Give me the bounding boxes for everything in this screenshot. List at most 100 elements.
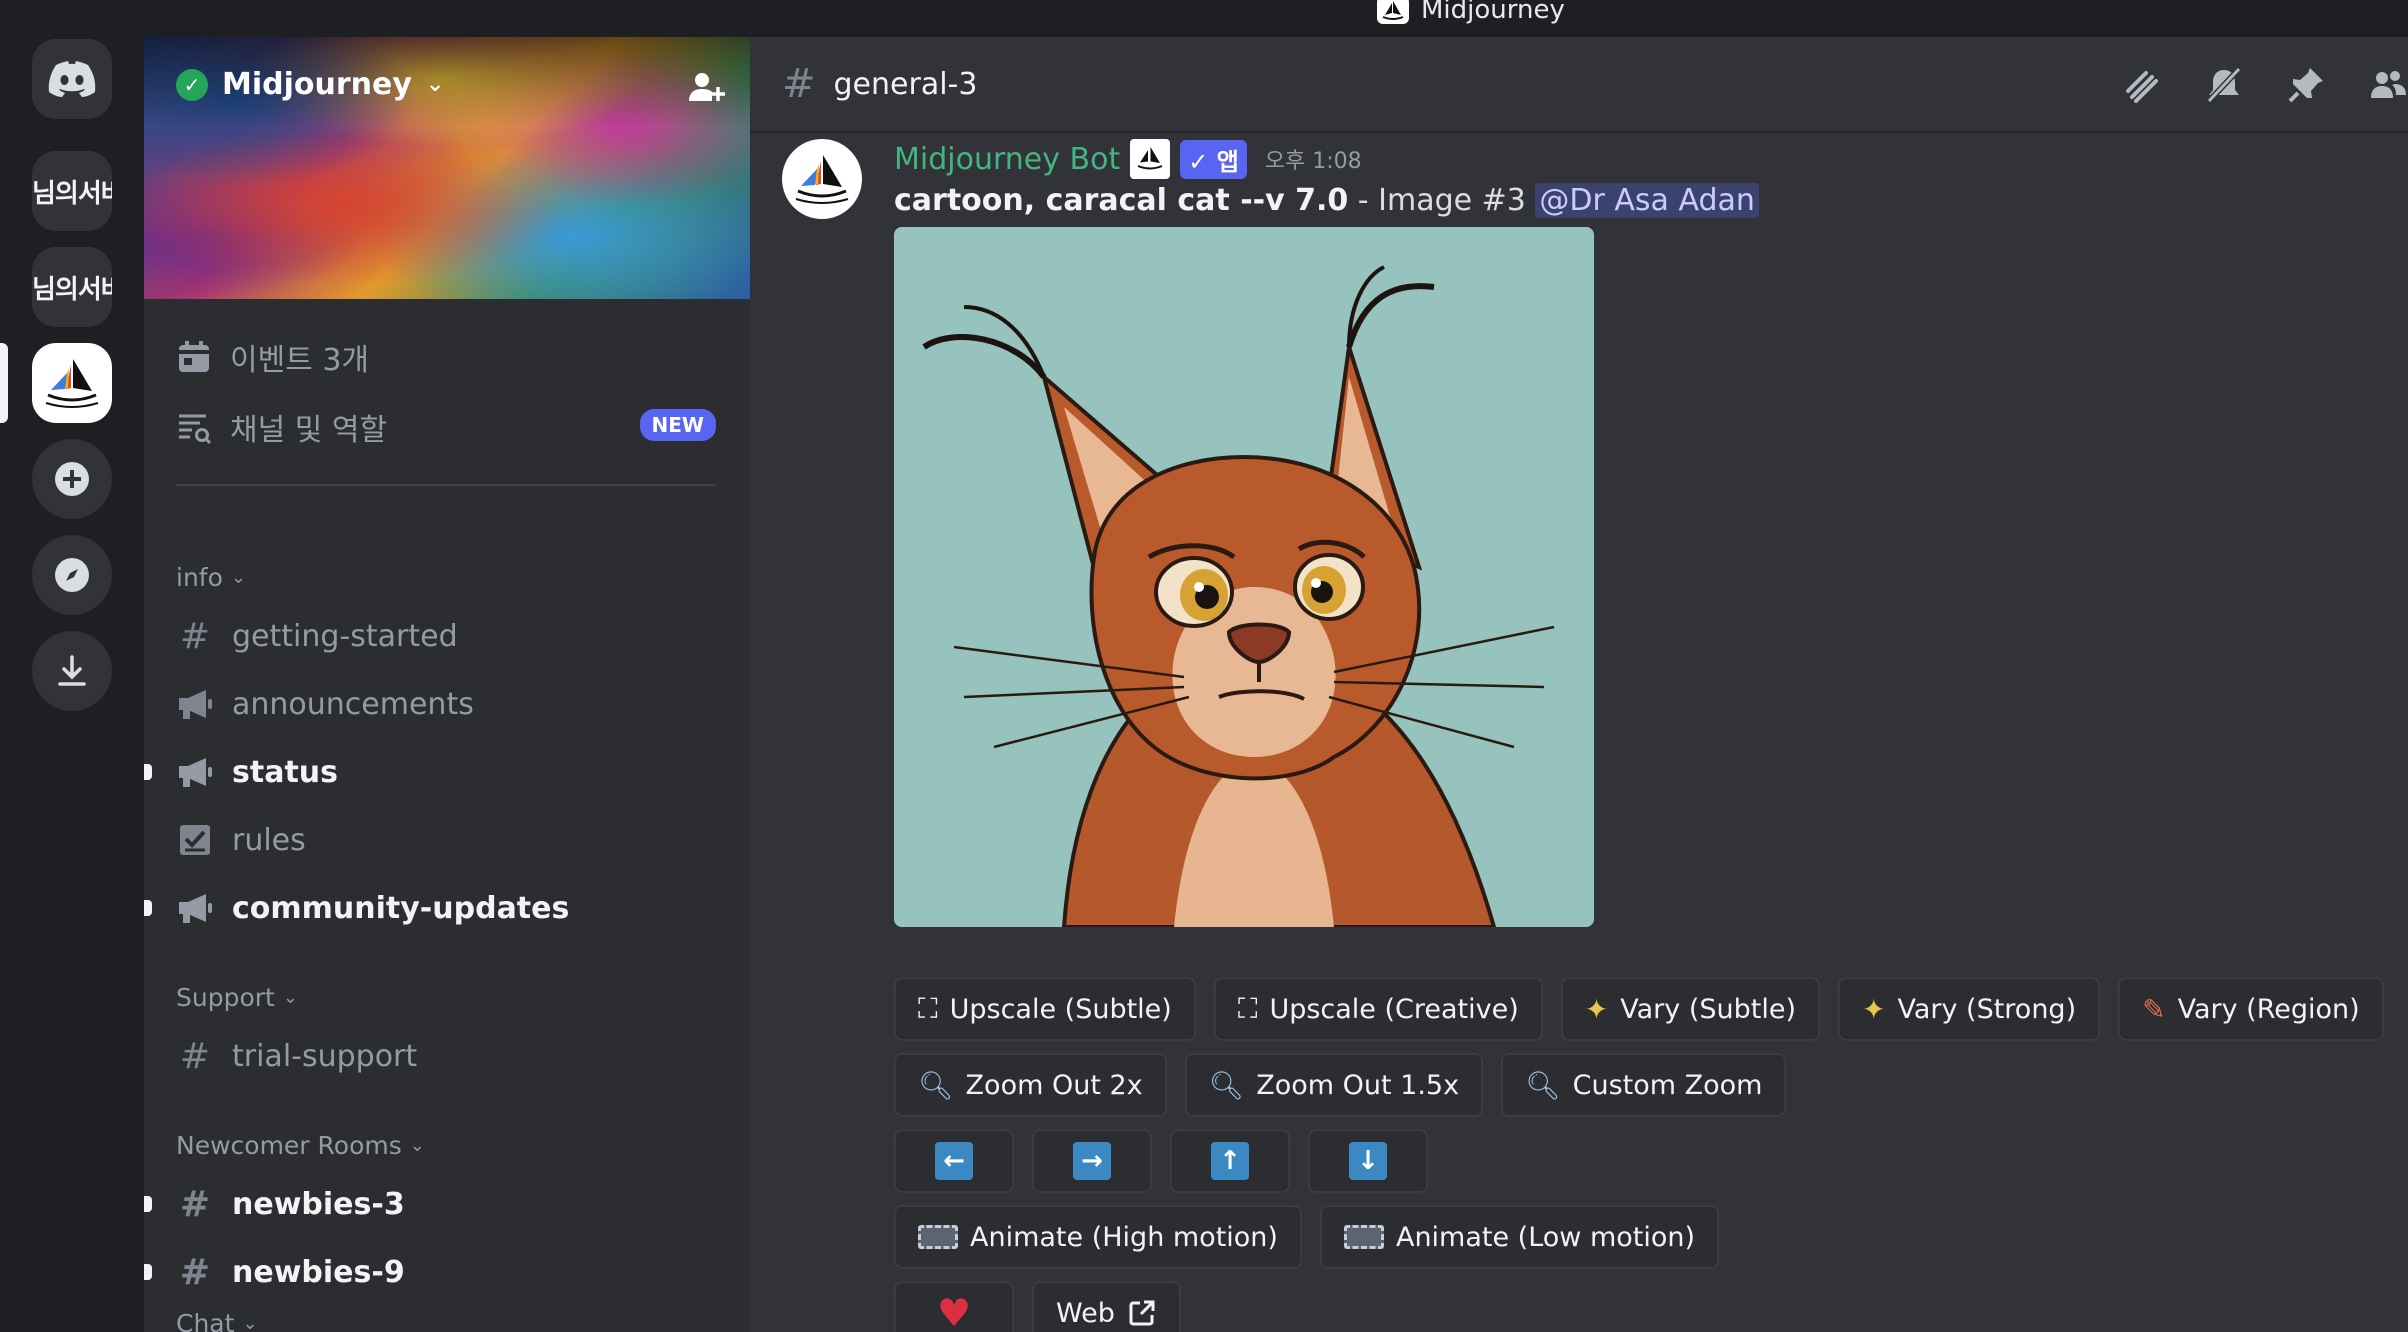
upscale-creative-button[interactable]: ⛶ Upscale (Creative) (1213, 977, 1543, 1041)
film-icon (1343, 1225, 1384, 1249)
favorite-button[interactable]: ♥ (894, 1281, 1014, 1332)
download-icon (58, 655, 86, 686)
pan-right-button[interactable]: → (1032, 1129, 1152, 1193)
add-server-button[interactable] (32, 439, 112, 519)
discord-home-button[interactable] (32, 39, 112, 119)
animate-row: Animate (High motion) Animate (Low motio… (894, 1205, 1720, 1269)
hash-icon: # (179, 1035, 211, 1077)
web-link-button[interactable]: Web (1032, 1281, 1181, 1332)
server-name-dropdown[interactable]: ✓ Midjourney ⌄ (176, 67, 444, 102)
hash-icon: # (179, 615, 211, 657)
locked-hash-icon: # (179, 1251, 211, 1293)
animate-high-motion-button[interactable]: Animate (High motion) (894, 1205, 1302, 1269)
member-list-icon[interactable] (2368, 65, 2408, 105)
zoom-row: 🔍︎ Zoom Out 2x 🔍︎ Zoom Out 1.5x 🔍︎ Custom Z… (894, 1053, 1787, 1117)
megaphone-icon (179, 758, 212, 787)
rules-check-icon (180, 825, 210, 855)
chevron-down-icon: ⌄ (282, 987, 298, 1008)
pan-up-button[interactable]: ↑ (1170, 1129, 1290, 1193)
channel-browse-icon (179, 414, 212, 445)
prompt-text: cartoon, caracal cat --v 7.0 (894, 183, 1349, 218)
channel-newbies-9[interactable]: # newbies-9 (144, 1244, 405, 1300)
megaphone-icon (179, 690, 212, 719)
discover-button[interactable] (32, 535, 112, 615)
channel-community-updates[interactable]: community-updates (144, 880, 569, 936)
magic-wand-icon: ✦ (1861, 992, 1886, 1026)
vary-region-button[interactable]: ✎ Vary (Region) (2118, 977, 2384, 1041)
channel-sidebar: ✓ Midjourney ⌄ 이벤트 3개 채널 및 역할 NEW info ⌄… (144, 37, 750, 1332)
server-icon-2[interactable]: 님의서버 (32, 247, 112, 327)
divider (176, 484, 716, 486)
megaphone-icon (179, 894, 212, 923)
zoom-out-2x-button[interactable]: 🔍︎ Zoom Out 2x (894, 1053, 1167, 1117)
server-icon-1[interactable]: 님의서버 (32, 151, 112, 231)
title-bar: Midjourney (0, 0, 2408, 37)
unread-indicator (144, 764, 152, 780)
zoom-out-1-5x-button[interactable]: 🔍︎ Zoom Out 1.5x (1184, 1053, 1484, 1117)
pin-icon[interactable] (2286, 65, 2326, 105)
chevron-down-icon: ⌄ (425, 72, 445, 97)
threads-icon[interactable] (2122, 65, 2162, 105)
download-apps-button[interactable] (32, 631, 112, 711)
film-icon (918, 1225, 958, 1249)
magnifier-icon: 🔍︎ (1525, 1068, 1561, 1102)
events-item[interactable]: 이벤트 3개 (176, 335, 369, 379)
channel-newbies-3[interactable]: # newbies-3 (144, 1176, 405, 1232)
channel-title: general-3 (833, 66, 978, 102)
channels-and-roles-item[interactable]: 채널 및 역할 NEW (176, 405, 716, 449)
heart-icon: ♥ (936, 1291, 972, 1332)
chevron-down-icon: ⌄ (409, 1135, 425, 1156)
compass-icon (55, 558, 89, 592)
channel-rules[interactable]: rules (176, 812, 306, 868)
midjourney-boat-icon (45, 359, 99, 408)
channel-header: # general-3 (750, 37, 2408, 133)
animate-low-motion-button[interactable]: Animate (Low motion) (1319, 1205, 1720, 1269)
expand-arrows-icon: ⛶ (918, 992, 938, 1025)
image-label: - Image #3 (1348, 183, 1536, 218)
chevron-down-icon: ⌄ (242, 1313, 258, 1332)
category-newcomer-rooms[interactable]: Newcomer Rooms ⌄ (176, 1131, 425, 1160)
unread-indicator (144, 1264, 152, 1280)
mute-bell-icon[interactable] (2204, 65, 2244, 105)
pan-down-button[interactable]: ↓ (1308, 1129, 1428, 1193)
user-mention[interactable]: @Dr Asa Adan (1535, 183, 1759, 218)
chevron-down-icon: ⌄ (230, 567, 246, 588)
custom-zoom-button[interactable]: 🔍︎ Custom Zoom (1501, 1053, 1787, 1117)
upscale-subtle-button[interactable]: ⛶ Upscale (Subtle) (894, 977, 1196, 1041)
category-info[interactable]: info ⌄ (176, 563, 246, 592)
channel-announcements[interactable]: announcements (176, 676, 474, 732)
category-support[interactable]: Support ⌄ (176, 983, 298, 1012)
server-rail: 님의서버 님의서버 (0, 37, 144, 1332)
author-name[interactable]: Midjourney Bot (894, 142, 1120, 177)
window-title-text: Midjourney (1421, 0, 1565, 25)
unread-indicator (144, 900, 152, 916)
channel-getting-started[interactable]: # getting-started (176, 608, 458, 664)
generated-image[interactable] (894, 227, 1594, 927)
extra-row: ♥ Web (894, 1281, 1181, 1332)
new-badge: NEW (639, 409, 716, 441)
expand-arrows-icon: ⛶ (1237, 992, 1258, 1025)
selected-server-indicator (0, 343, 8, 423)
channel-trial-support[interactable]: # trial-support (176, 1028, 417, 1084)
invite-people-icon[interactable] (686, 67, 726, 107)
message-header: Midjourney Bot ✓ 앱 오후 1:08 (894, 139, 1362, 179)
vary-subtle-button[interactable]: ✦ Vary (Subtle) (1560, 977, 1820, 1041)
pan-row: ← → ↑ ↓ (894, 1129, 1428, 1193)
discord-window: Midjourney 님의서버 님의서버 (0, 0, 2408, 1332)
magic-wand-icon: ✦ (1584, 992, 1609, 1026)
pan-left-button[interactable]: ← (894, 1129, 1014, 1193)
locked-hash-icon: # (782, 61, 816, 107)
vary-strong-button[interactable]: ✦ Vary (Strong) (1837, 977, 2101, 1041)
channel-status[interactable]: status (144, 744, 338, 800)
midjourney-boat-icon (795, 155, 849, 204)
magnifier-icon: 🔍︎ (1208, 1068, 1245, 1102)
discord-logo-icon (48, 61, 96, 97)
verified-check-icon: ✓ (176, 68, 208, 101)
window-title: Midjourney (1377, 0, 1565, 26)
paintbrush-icon: ✎ (2142, 992, 2166, 1026)
caracal-cat-illustration (894, 227, 1594, 927)
app-badge: ✓ 앱 (1180, 139, 1247, 179)
category-chat[interactable]: Chat ⌄ (176, 1309, 258, 1332)
avatar[interactable] (782, 139, 862, 219)
server-icon-midjourney[interactable] (32, 343, 112, 423)
